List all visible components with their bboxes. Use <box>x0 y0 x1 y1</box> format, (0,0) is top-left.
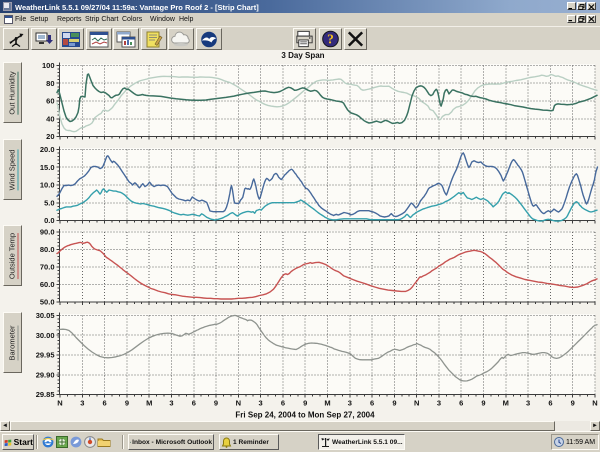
svg-text:100: 100 <box>42 61 55 70</box>
svg-text:50.0: 50.0 <box>40 298 55 307</box>
svg-text:30.00: 30.00 <box>36 331 55 340</box>
svg-text:6: 6 <box>192 399 196 408</box>
svg-text:3: 3 <box>169 399 173 408</box>
svg-text:Fri Sep 24, 2004 to Mon Sep: Fri Sep 24, 2004 to Mon Sep 27, 2004 <box>235 411 375 420</box>
svg-text:3: 3 <box>437 399 441 408</box>
svg-text:9: 9 <box>481 399 485 408</box>
svg-text:80: 80 <box>46 79 54 88</box>
svg-text:9: 9 <box>214 399 218 408</box>
svg-text:40: 40 <box>46 114 54 123</box>
svg-text:M: M <box>324 399 330 408</box>
svg-text:N: N <box>236 399 241 408</box>
svg-text:6: 6 <box>370 399 374 408</box>
svg-text:N: N <box>57 399 62 408</box>
svg-text:0.0: 0.0 <box>44 216 54 225</box>
svg-text:20.0: 20.0 <box>40 145 55 154</box>
svg-text:60: 60 <box>46 97 54 106</box>
svg-text:10.0: 10.0 <box>40 181 55 190</box>
svg-text:3 Day Span: 3 Day Span <box>281 51 324 60</box>
svg-text:29.90: 29.90 <box>36 370 55 379</box>
svg-text:N: N <box>592 399 597 408</box>
svg-text:6: 6 <box>548 399 552 408</box>
svg-text:M: M <box>503 399 509 408</box>
svg-text:N: N <box>414 399 419 408</box>
svg-text:70.0: 70.0 <box>40 263 55 272</box>
svg-text:?: ? <box>327 31 334 46</box>
svg-text:M: M <box>146 399 152 408</box>
svg-text:20: 20 <box>46 132 54 141</box>
svg-text:5.0: 5.0 <box>44 198 54 207</box>
svg-text:3: 3 <box>348 399 352 408</box>
svg-text:6: 6 <box>281 399 285 408</box>
svg-text:9: 9 <box>571 399 575 408</box>
svg-text:6: 6 <box>103 399 107 408</box>
svg-text:9: 9 <box>303 399 307 408</box>
svg-text:15.0: 15.0 <box>40 163 55 172</box>
svg-text:3: 3 <box>80 399 84 408</box>
svg-text:9: 9 <box>392 399 396 408</box>
svg-text:90.0: 90.0 <box>40 228 55 237</box>
svg-text:3: 3 <box>526 399 530 408</box>
svg-text:80.0: 80.0 <box>40 245 55 254</box>
svg-text:6: 6 <box>459 399 463 408</box>
svg-text:30.05: 30.05 <box>36 311 55 320</box>
svg-text:60.0: 60.0 <box>40 280 55 289</box>
svg-text:3: 3 <box>259 399 263 408</box>
svg-text:29.85: 29.85 <box>36 390 55 399</box>
svg-text:29.95: 29.95 <box>36 351 55 360</box>
svg-text:9: 9 <box>125 399 129 408</box>
